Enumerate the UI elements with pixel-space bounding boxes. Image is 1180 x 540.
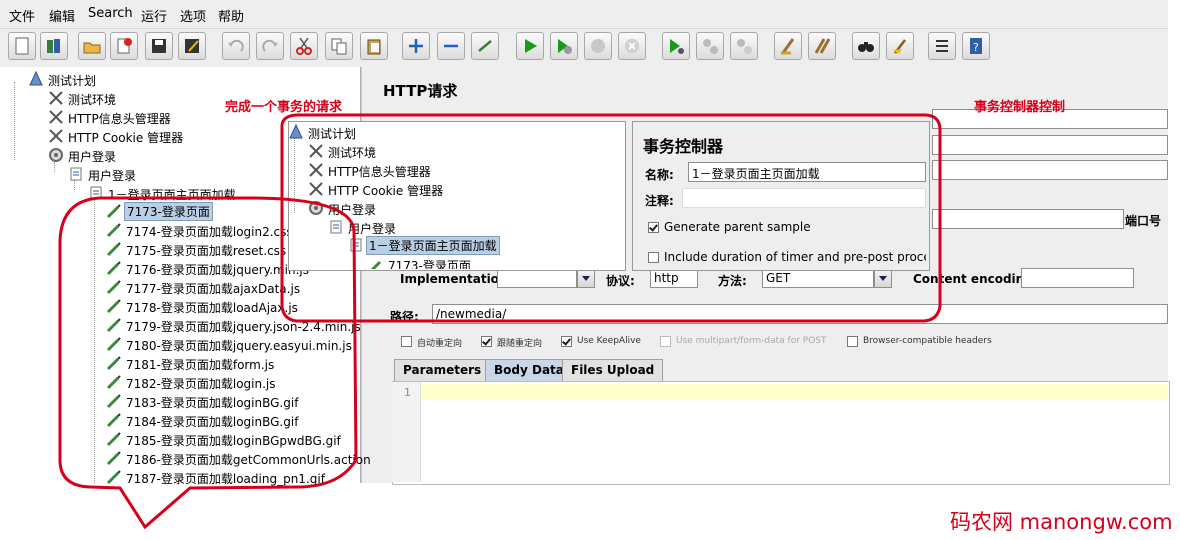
annotation-right-note: 事务控制器控制 [974, 100, 1066, 115]
annotation-shapes [58, 113, 942, 530]
transaction-highlight-frame [280, 113, 942, 323]
annotation-left-note: 完成一个事务的请求 [225, 100, 343, 115]
samplers-callout [58, 196, 358, 530]
watermark: 码农网 manongw.com [950, 510, 1173, 534]
